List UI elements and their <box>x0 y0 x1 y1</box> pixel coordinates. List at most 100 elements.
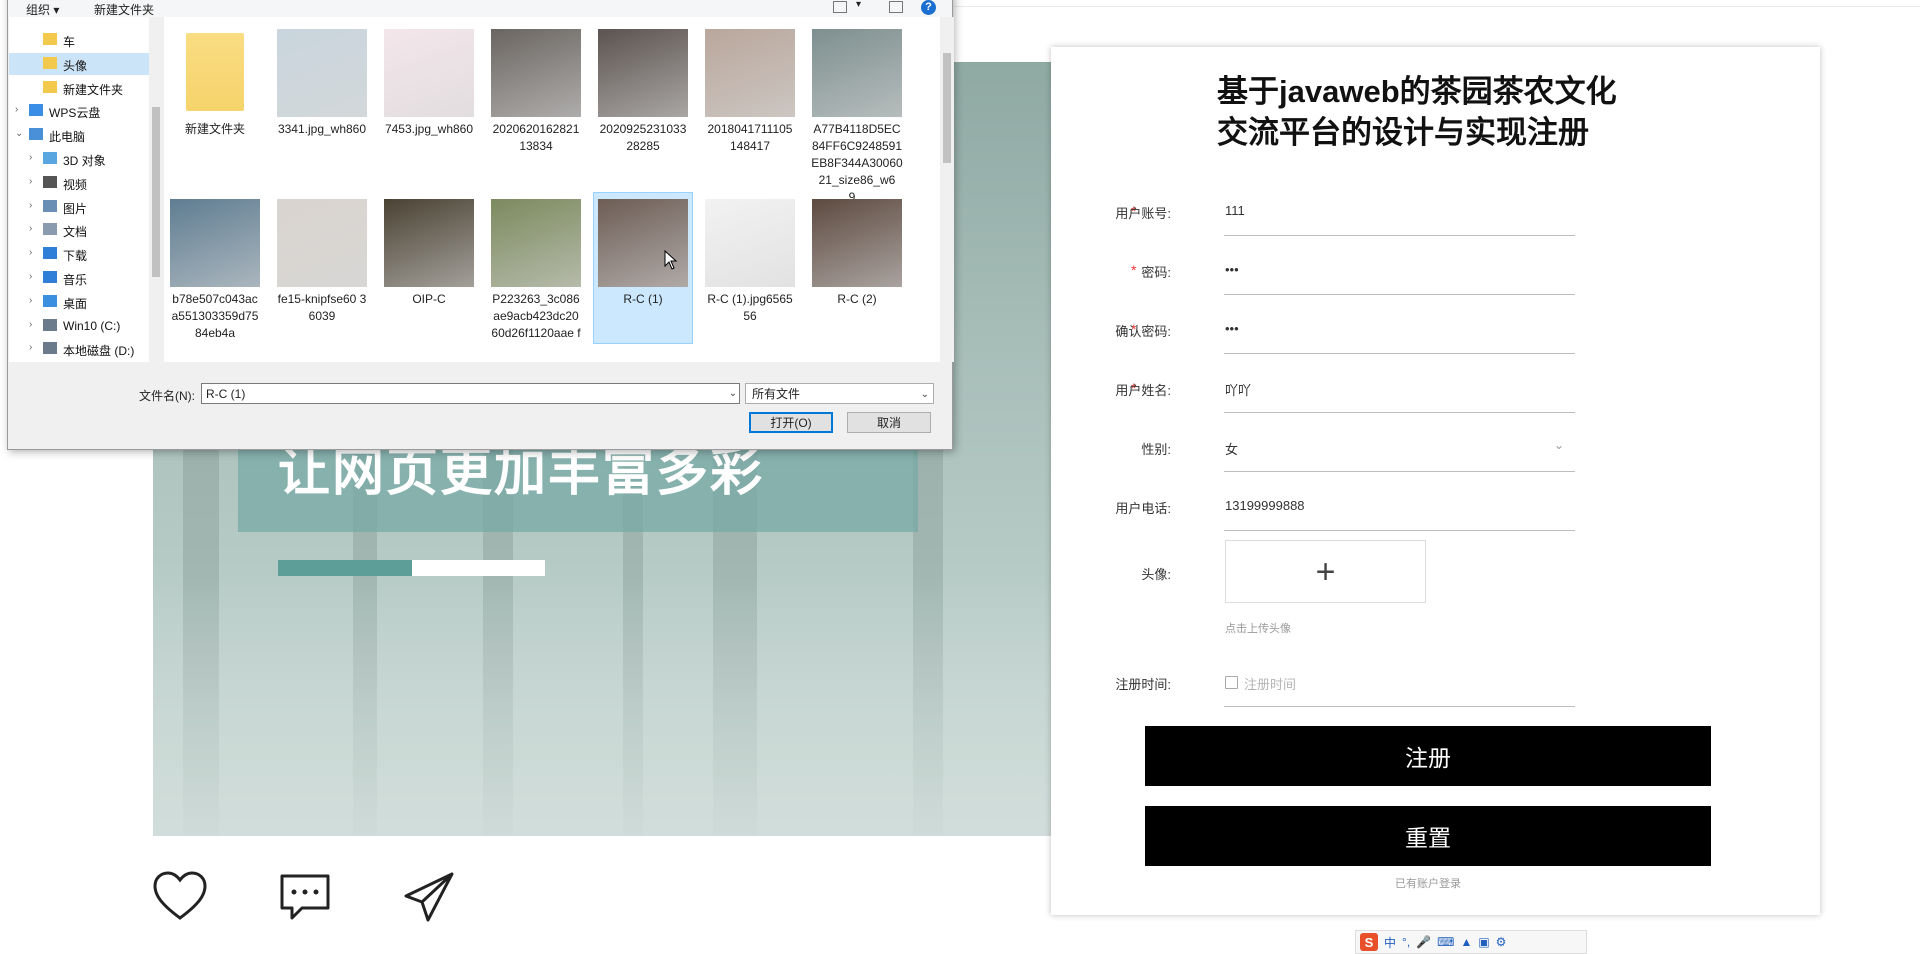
chevron-right-icon[interactable]: › <box>29 200 39 211</box>
nav-item[interactable]: › 下载 <box>9 243 149 265</box>
chevron-right-icon[interactable]: › <box>29 319 39 330</box>
nav-item[interactable]: › 文档 <box>9 219 149 241</box>
toolbox-icon[interactable]: ▣ <box>1478 935 1489 949</box>
account-input[interactable]: 111 <box>1225 203 1565 218</box>
file-item[interactable]: 7453.jpg_wh860 <box>380 23 478 173</box>
hero-progress-fill <box>278 560 412 576</box>
keyboard-icon[interactable]: ⌨ <box>1437 935 1454 949</box>
file-name: 2018041711105 148417 <box>707 122 793 153</box>
organize-menu[interactable]: 组织 ▾ <box>26 1 59 18</box>
chevron-down-icon[interactable]: ⌄ <box>724 383 742 404</box>
file-item[interactable]: 2018041711105 148417 <box>701 23 799 173</box>
skin-icon[interactable]: ▲ <box>1460 935 1472 949</box>
chevron-right-icon[interactable]: › <box>29 176 39 187</box>
file-item[interactable]: 2020925231033 28285 <box>594 23 692 173</box>
dialog-toolbar: 组织 ▾ 新建文件夹 ▾ ? <box>8 0 952 17</box>
register-time-input[interactable]: 注册时间 <box>1244 674 1584 693</box>
drive-icon <box>43 342 57 355</box>
nav-item[interactable]: › WPS云盘 <box>9 100 149 122</box>
confirm-password-input[interactable]: ••• <box>1225 321 1565 336</box>
chevron-down-icon[interactable]: ⌄ <box>1554 438 1564 452</box>
scrollbar-thumb[interactable] <box>943 53 951 163</box>
nav-item[interactable]: › Win10 (C:) <box>9 315 149 337</box>
picture-icon <box>43 199 57 212</box>
nav-item[interactable]: 新建文件夹 <box>9 77 149 99</box>
nav-item[interactable]: 车 <box>9 29 149 51</box>
reset-button[interactable]: 重置 <box>1145 806 1711 866</box>
download-icon <box>43 247 57 260</box>
comment-icon[interactable] <box>276 868 334 926</box>
cancel-button[interactable]: 取消 <box>847 412 931 433</box>
view-options-icon[interactable] <box>833 1 847 13</box>
field-label: 注册时间: <box>1115 677 1171 692</box>
nav-item[interactable]: › 视频 <box>9 172 149 194</box>
chevron-right-icon[interactable]: › <box>29 223 39 234</box>
name-input[interactable]: 吖吖 <box>1225 380 1565 399</box>
chevron-right-icon[interactable]: › <box>29 247 39 258</box>
input-underline <box>1224 353 1575 354</box>
file-item[interactable]: 3341.jpg_wh860 <box>273 23 371 173</box>
cloud-icon <box>29 104 43 117</box>
filetype-select[interactable]: 所有文件 ⌄ <box>745 383 934 404</box>
nav-scrollbar[interactable] <box>149 17 163 362</box>
filename-input[interactable]: R-C (1) <box>201 383 740 404</box>
file-item[interactable]: 新建文件夹 <box>166 23 264 173</box>
ime-punct[interactable]: °, <box>1402 935 1410 949</box>
register-button[interactable]: 注册 <box>1145 726 1711 786</box>
mouse-cursor-icon <box>664 250 678 270</box>
avatar-upload[interactable]: + <box>1225 540 1426 603</box>
field-label: 确认密码: <box>1115 324 1171 339</box>
heart-icon[interactable] <box>151 868 209 926</box>
microphone-icon[interactable]: 🎤 <box>1416 935 1431 949</box>
file-item[interactable]: 2020620162821 13834 <box>487 23 585 173</box>
file-name: b78e507c043ac a551303359d75 84eb4a <box>171 292 259 340</box>
share-icon[interactable] <box>400 868 458 926</box>
open-button[interactable]: 打开(O) <box>749 412 833 433</box>
preview-pane-icon[interactable] <box>889 1 903 13</box>
new-folder-button[interactable]: 新建文件夹 <box>94 1 154 18</box>
ime-toolbar[interactable]: S 中 °, 🎤 ⌨ ▲ ▣ ⚙ <box>1355 930 1587 954</box>
file-item[interactable]: OIP-C <box>380 193 478 343</box>
field-label: 用户姓名: <box>1115 383 1171 398</box>
settings-icon[interactable]: ⚙ <box>1496 935 1507 949</box>
nav-item[interactable]: › 图片 <box>9 196 149 218</box>
ime-lang[interactable]: 中 <box>1384 934 1396 951</box>
chevron-right-icon[interactable]: › <box>29 152 39 163</box>
help-icon[interactable]: ? <box>921 0 936 15</box>
login-link[interactable]: 已有账户登录 <box>1145 875 1711 891</box>
gender-select[interactable]: 女 <box>1225 439 1565 458</box>
file-item[interactable]: b78e507c043ac a551303359d75 84eb4a <box>166 193 264 343</box>
file-name: OIP-C <box>412 292 446 306</box>
file-name: R-C (1) <box>623 292 663 306</box>
chevron-right-icon[interactable]: ⌄ <box>15 128 25 139</box>
chevron-right-icon[interactable]: › <box>29 271 39 282</box>
image-thumbnail <box>705 29 795 117</box>
nav-item[interactable]: › 3D 对象 <box>9 148 149 170</box>
input-underline <box>1224 530 1575 531</box>
file-item[interactable]: fe15-knipfse60 36039 <box>273 193 371 343</box>
nav-item[interactable]: › 本地磁盘 (D:) <box>9 338 149 360</box>
nav-item-label: 此电脑 <box>49 130 86 145</box>
file-item[interactable]: R-C (2) <box>808 193 906 343</box>
nav-item[interactable]: › 桌面 <box>9 291 149 313</box>
nav-item[interactable]: › 音乐 <box>9 267 149 289</box>
file-name: fe15-knipfse60 36039 <box>277 292 367 323</box>
file-list-scrollbar[interactable] <box>940 17 954 362</box>
phone-input[interactable]: 13199999888 <box>1225 498 1565 513</box>
chevron-right-icon[interactable]: › <box>15 104 25 115</box>
nav-item-label: 文档 <box>63 225 88 240</box>
nav-item[interactable]: 头像 <box>9 52 149 75</box>
nav-item[interactable]: ⌄ 此电脑 <box>9 124 149 146</box>
chevron-right-icon[interactable]: › <box>29 342 39 353</box>
calendar-icon <box>1225 676 1238 689</box>
chevron-down-icon[interactable]: ▾ <box>856 0 861 10</box>
navigation-pane: 车头像 新建文件夹 › WPS云盘 ⌄ 此电脑 › 3D 对象 › 视频 › 图片 › 文档 › 下载 › 音乐 ›… <box>9 17 149 362</box>
file-item[interactable]: A77B4118D5EC 84FF6C9248591 EB8F344A30060… <box>808 23 906 204</box>
nav-item-label: Win10 (C:) <box>63 318 121 333</box>
scrollbar-thumb[interactable] <box>152 107 160 277</box>
chevron-right-icon[interactable]: › <box>29 295 39 306</box>
file-item[interactable]: R-C (1).jpg656556 <box>701 193 799 343</box>
file-item[interactable]: P223263_3c086 ae9acb423dc20 60d26f1120aa… <box>487 193 585 343</box>
file-name: P223263_3c086 ae9acb423dc20 60d26f1120aa… <box>491 292 581 340</box>
password-input[interactable]: ••• <box>1225 262 1565 277</box>
